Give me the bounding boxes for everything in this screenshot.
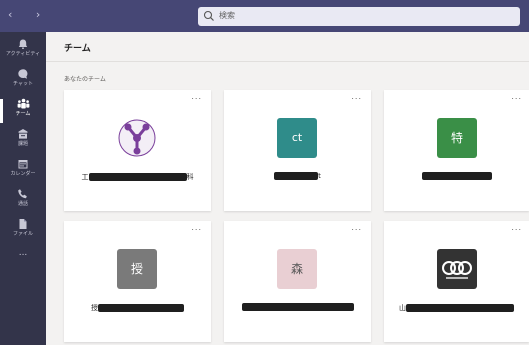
rail-item-calendar[interactable]: カレンダー xyxy=(0,156,46,186)
rail-item-calls[interactable]: 通話 xyxy=(0,186,46,216)
more-options-button[interactable]: ... xyxy=(351,92,362,101)
redacted-text xyxy=(241,303,354,311)
team-avatar: 森 xyxy=(277,249,317,289)
top-bar: ‹ › 検索 xyxy=(0,0,529,32)
search-box[interactable]: 検索 xyxy=(198,7,520,26)
team-avatar xyxy=(117,118,157,158)
team-name[interactable]: t xyxy=(224,172,371,180)
more-options-button[interactable]: ... xyxy=(511,223,522,232)
team-card[interactable]: ... 工科 xyxy=(64,90,211,211)
team-name[interactable] xyxy=(384,172,529,180)
rail-label: チーム xyxy=(15,111,31,117)
team-name[interactable]: 授 xyxy=(64,303,211,313)
rail-label: 課題 xyxy=(17,141,28,147)
team-avatar: 授 xyxy=(117,249,157,289)
rail-label: ファイル xyxy=(12,231,33,237)
page-title: チーム xyxy=(64,44,91,54)
rail-label: 通話 xyxy=(17,201,28,207)
team-card[interactable]: ... ct t xyxy=(224,90,371,211)
search-placeholder: 検索 xyxy=(219,11,235,20)
more-options-button[interactable]: ... xyxy=(351,223,362,232)
rail-label: カレンダー xyxy=(10,171,36,177)
more-options-button[interactable]: ... xyxy=(191,223,202,232)
rail-label: アクティビティ xyxy=(5,51,41,57)
history-nav-arrows[interactable]: ‹ › xyxy=(8,8,50,21)
bell-icon xyxy=(18,39,28,49)
more-icon: ... xyxy=(18,248,28,258)
rail-item-activity[interactable]: アクティビティ xyxy=(0,36,46,66)
team-name-suffix: 科 xyxy=(186,173,194,181)
rail-label: チャット xyxy=(13,81,33,87)
mechatronics-logo-icon xyxy=(118,119,156,157)
team-name[interactable]: 山 xyxy=(384,303,529,313)
team-name-suffix: t xyxy=(318,172,321,180)
team-name[interactable]: 工科 xyxy=(64,172,211,182)
redacted-text xyxy=(98,304,184,312)
app-rail: アクティビティ チャット チーム 課題 カレンダー 通話 ファイル ... xyxy=(0,32,46,345)
chat-icon xyxy=(18,69,28,79)
team-name-prefix: 工 xyxy=(81,173,89,181)
rail-item-assignments[interactable]: 課題 xyxy=(0,126,46,156)
team-name-prefix: 山 xyxy=(399,304,406,312)
more-options-button[interactable]: ... xyxy=(511,92,522,101)
cbg-logo-icon xyxy=(442,261,472,279)
redacted-text xyxy=(88,173,187,181)
team-avatar: 特 xyxy=(437,118,477,158)
team-card[interactable]: ... 森 xyxy=(224,221,371,342)
rail-item-chat[interactable]: チャット xyxy=(0,66,46,96)
team-name[interactable] xyxy=(224,303,371,311)
team-avatar xyxy=(437,249,477,289)
rail-item-more[interactable]: ... xyxy=(0,248,46,278)
file-icon xyxy=(19,219,27,229)
team-card[interactable]: ... 特 xyxy=(384,90,529,211)
calendar-icon xyxy=(18,160,28,169)
rail-item-teams[interactable]: チーム xyxy=(0,96,46,126)
redacted-text xyxy=(421,172,492,180)
teams-icon xyxy=(17,98,29,109)
rail-item-files[interactable]: ファイル xyxy=(0,216,46,246)
search-icon xyxy=(203,10,214,21)
team-avatar: ct xyxy=(277,118,317,158)
team-card[interactable]: ... 授 授 xyxy=(64,221,211,342)
assignments-icon xyxy=(18,129,28,139)
redacted-text xyxy=(274,172,319,180)
phone-icon xyxy=(18,189,27,199)
team-card[interactable]: ... 山 xyxy=(384,221,529,342)
more-options-button[interactable]: ... xyxy=(191,92,202,101)
team-name-prefix: 授 xyxy=(91,304,98,312)
section-label: あなたのチーム xyxy=(64,76,106,83)
redacted-text xyxy=(406,304,514,312)
page-header: チーム xyxy=(46,32,529,62)
